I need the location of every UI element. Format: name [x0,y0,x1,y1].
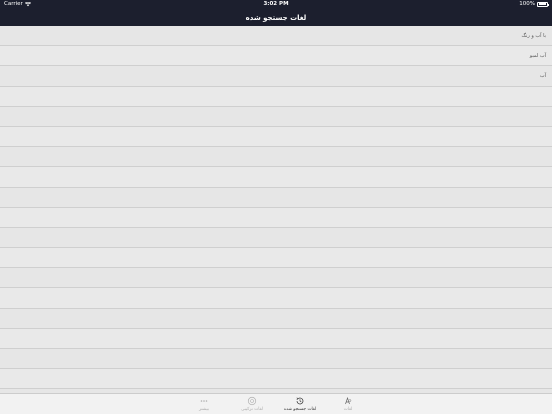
empty-row [0,106,552,127]
battery-indicator: 100% [519,1,549,7]
list-item-label: آب لمبو [529,52,546,59]
tab-bar: بیشتر لغات ترکیبی لغات جستجو شده لغات [0,393,552,414]
status-time: 3:02 PM [263,1,289,7]
tab-words[interactable]: لغات [329,394,367,414]
empty-row [0,126,552,148]
empty-row [0,147,552,168]
page-title: لغات جستجو شده [245,13,307,22]
empty-row [0,227,552,249]
more-icon [200,400,208,402]
list-item[interactable]: آب [0,66,552,87]
list-item-label: آب [539,72,546,79]
empty-row [0,248,552,269]
empty-row [0,207,552,228]
list-item[interactable]: با آب و رنگ [0,26,552,47]
empty-row [0,288,552,309]
empty-row [0,369,552,390]
letters-icon [345,396,352,405]
tab-words-label: لغات [343,407,353,412]
empty-row [0,187,552,208]
tab-more[interactable]: بیشتر [185,394,223,414]
list-item-label: با آب و رنگ [521,32,546,39]
searched-words-list[interactable]: با آب و رنگ آب لمبو آب [0,26,552,393]
list-item[interactable]: آب لمبو [0,46,552,67]
empty-row [0,349,552,370]
empty-row [0,268,552,289]
empty-row [0,308,552,329]
history-icon [296,397,304,405]
empty-row [0,167,552,188]
empty-row [0,328,552,349]
tab-searched-words[interactable]: لغات جستجو شده [281,394,319,414]
tab-searched-words-label: لغات جستجو شده [283,407,317,412]
tab-more-label: بیشتر [199,407,209,412]
status-bar: Carrier 3:02 PM 100% [0,0,552,9]
battery-percent: 100% [519,1,535,7]
navigation-bar: لغات جستجو شده [0,9,552,26]
tab-compound-words[interactable]: لغات ترکیبی [233,394,271,414]
tab-compound-words-label: لغات ترکیبی [241,407,263,412]
battery-icon [537,1,549,7]
empty-row [0,86,552,107]
compound-icon [247,396,257,406]
